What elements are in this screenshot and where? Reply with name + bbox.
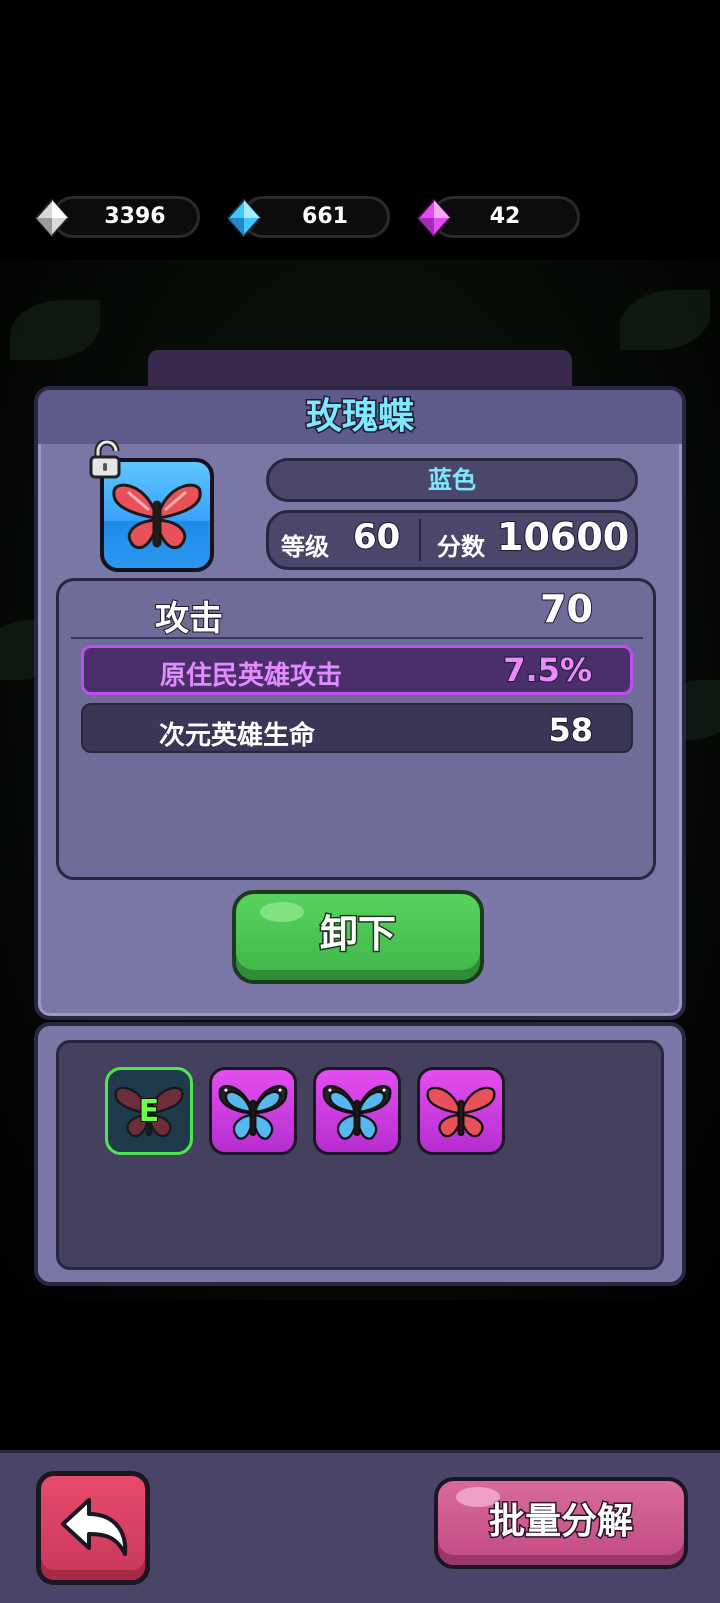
main-stat-row: 攻击 70 [59,581,653,640]
inventory-slot[interactable] [417,1067,505,1155]
purple-diamond-icon [416,198,452,238]
divider [71,637,643,639]
unlock-icon[interactable] [88,440,126,480]
white-diamond-icon [34,198,70,238]
blue-butterfly-icon [218,1084,288,1140]
sub-stat-row-highlighted: 原住民英雄攻击 7.5% [81,645,633,695]
rarity-label: 蓝色 [266,458,638,502]
currency-pill-blue: 661 [242,196,390,238]
unequip-button[interactable]: 卸下 [232,890,484,984]
blue-butterfly-icon [322,1084,392,1140]
stat-divider [419,519,421,561]
unequip-button-label: 卸下 [318,911,397,958]
score-label: 分数 [437,533,485,561]
blue-diamond-count: 661 [302,204,348,229]
red-butterfly-icon [426,1086,496,1138]
button-shine [456,1487,500,1507]
inventory-slot[interactable] [313,1067,401,1155]
sub-stat-row: 次元英雄生命 58 [81,703,633,753]
currency-pill-white: 3396 [52,196,200,238]
sub-stat-name: 次元英雄生命 [159,721,316,751]
white-diamond-count: 3396 [104,204,166,229]
return-arrow-icon [61,1498,128,1556]
inventory-slot[interactable] [209,1067,297,1155]
background-leaf [620,290,710,350]
sub-stat-value: 7.5% [502,650,593,690]
purple-diamond-count: 42 [489,204,521,229]
sub-stat-value: 58 [547,710,594,750]
bulk-decompose-label: 批量分解 [487,1500,634,1544]
level-value: 60 [352,516,401,558]
item-name-title: 玫瑰蝶 [304,395,415,439]
back-button[interactable] [36,1471,150,1585]
button-shine [260,902,304,922]
inventory-grid: E [56,1040,664,1270]
bottom-bar: 批量分解 [0,1450,720,1603]
main-stat-name: 攻击 [154,598,224,640]
level-score-pill: 等级 60 分数 10600 [266,510,638,570]
blue-diamond-icon [226,198,262,238]
inventory-slot-equipped[interactable]: E [105,1067,193,1155]
inventory-panel: E [34,1022,686,1286]
currency-pill-purple: 42 [432,196,580,238]
level-label: 等级 [281,533,329,561]
background-leaf [10,300,100,360]
equipped-badge: E [138,1093,161,1130]
stats-box: 攻击 70 原住民英雄攻击 7.5% 次元英雄生命 58 [56,578,656,880]
sub-stat-name: 原住民英雄攻击 [160,661,343,691]
bulk-decompose-button[interactable]: 批量分解 [434,1477,688,1569]
score-value: 10600 [496,514,630,560]
main-stat-value: 70 [539,586,594,632]
item-detail-panel: 玫瑰蝶 蓝色 等级 60 分数 10600 攻击 70 原住民英雄攻击 7.5%… [34,386,686,1020]
